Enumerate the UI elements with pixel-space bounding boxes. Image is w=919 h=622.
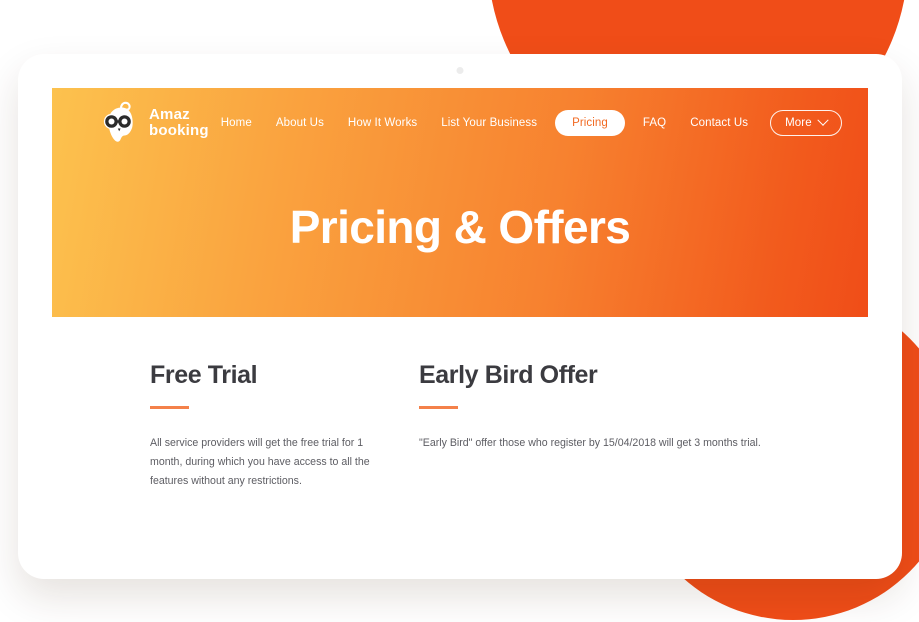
section-free-trial: Free Trial All service providers will ge…	[52, 361, 385, 491]
section-body: All service providers will get the free …	[150, 437, 370, 487]
nav-item-how-it-works[interactable]: How It Works	[336, 110, 429, 136]
tablet-device-frame: Amaz booking Home About Us How It Works …	[18, 54, 902, 579]
nav-item-contact-us[interactable]: Contact Us	[678, 110, 760, 136]
nav-item-more-label: More	[785, 117, 812, 129]
hero-banner: Amaz booking Home About Us How It Works …	[52, 88, 868, 317]
nav-item-more[interactable]: More	[770, 110, 842, 136]
brand-name-line1: Amaz	[149, 106, 190, 124]
section-divider	[419, 406, 458, 409]
nav-item-pricing[interactable]: Pricing	[555, 110, 625, 136]
section-title: Free Trial	[150, 361, 258, 389]
page-title: Pricing & Offers	[289, 201, 631, 253]
section-divider	[150, 406, 189, 409]
brand-logo[interactable]: Amaz booking	[100, 101, 209, 145]
tablet-screen: Amaz booking Home About Us How It Works …	[52, 88, 868, 545]
nav-item-list-your-business[interactable]: List Your Business	[429, 110, 549, 136]
chevron-down-icon	[817, 114, 829, 126]
section-body: "Early Bird" offer those who register by…	[419, 437, 761, 449]
camera-dot-icon	[456, 67, 464, 74]
nav-links: Home About Us How It Works List Your Bus…	[209, 110, 842, 136]
nav-item-faq[interactable]: FAQ	[631, 110, 678, 136]
brand-name: Amaz booking	[149, 107, 209, 139]
section-early-bird-offer: Early Bird Offer "Early Bird" offer thos…	[385, 361, 805, 491]
nav-item-about-us[interactable]: About Us	[264, 110, 336, 136]
owl-mascot-icon	[103, 101, 133, 142]
site-navbar: Amaz booking Home About Us How It Works …	[52, 88, 868, 158]
content-area: Free Trial All service providers will ge…	[52, 317, 868, 491]
nav-item-home[interactable]: Home	[209, 110, 264, 136]
section-title: Early Bird Offer	[419, 361, 598, 389]
brand-name-line2: booking	[149, 122, 209, 139]
page-root: Amaz booking Home About Us How It Works …	[0, 0, 919, 622]
